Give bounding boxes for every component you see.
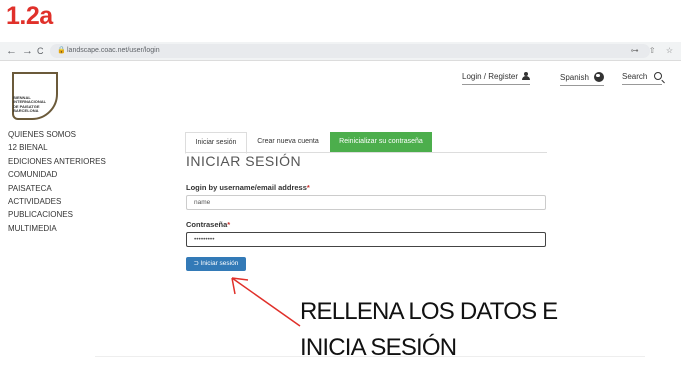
- sidebar-item-multimedia[interactable]: MULTIMEDIA: [8, 222, 106, 235]
- password-label-text: Contraseña: [186, 220, 228, 229]
- login-button-label: Iniciar sesión: [200, 260, 239, 267]
- link-underline: [462, 84, 531, 85]
- link-underline: [622, 84, 663, 85]
- tab-iniciar-sesion[interactable]: Iniciar sesión: [185, 132, 247, 154]
- sidebar-item-actividades[interactable]: ACTIVIDADES: [8, 195, 106, 208]
- site-logo[interactable]: BIENNAL INTERNACIONAL DE PAISATGE BARCEL…: [10, 72, 58, 122]
- search-label: Search: [622, 72, 648, 81]
- browser-toolbar: ← → C 🔒 landscape.coac.net/user/login ⊶ …: [0, 42, 681, 61]
- username-label-text: Login by username/email address: [186, 183, 307, 192]
- sidebar-menu: QUIENES SOMOS 12 BIENAL EDICIONES ANTERI…: [8, 128, 106, 235]
- annotation-line-1: RELLENA LOS DATOS E: [300, 298, 558, 325]
- sidebar-item-12-bienal[interactable]: 12 BIENAL: [8, 141, 106, 154]
- forward-icon[interactable]: →: [22, 44, 33, 58]
- language-selector[interactable]: Spanish: [560, 72, 604, 86]
- logo-line: BARCELONA: [13, 107, 39, 113]
- page-title: INICIAR SESIÓN: [186, 153, 302, 169]
- tab-crear-cuenta[interactable]: Crear nueva cuenta: [249, 132, 327, 152]
- user-icon: [522, 72, 531, 80]
- login-register-link[interactable]: Login / Register: [462, 72, 531, 85]
- login-register-label: Login / Register: [462, 72, 519, 81]
- annotation-line-2: INICIA SESIÓN: [300, 334, 457, 361]
- login-icon: ⮊: [193, 260, 199, 267]
- login-submit-button[interactable]: ⮊ Iniciar sesión: [186, 257, 246, 271]
- search-icon: [654, 72, 663, 80]
- annotation-arrow-icon: [231, 277, 301, 327]
- globe-icon: [593, 72, 604, 82]
- required-mark: *: [306, 183, 310, 192]
- sidebar-item-paisateca[interactable]: PAISATECA: [8, 182, 106, 195]
- tab-reinicializar-contrasena[interactable]: Reinicializar su contraseña: [330, 132, 432, 152]
- reload-icon[interactable]: C: [37, 44, 44, 58]
- step-label: 1.2a: [6, 2, 53, 30]
- logo-text: BIENNAL INTERNACIONAL DE PAISATGE BARCEL…: [13, 95, 53, 113]
- search-link[interactable]: Search: [622, 72, 663, 85]
- browser-action-icons[interactable]: ⊶ ⇧ ☆: [631, 44, 677, 58]
- password-field[interactable]: •••••••••: [186, 232, 546, 247]
- link-underline: [560, 85, 604, 86]
- sidebar-item-publicaciones[interactable]: PUBLICACIONES: [8, 208, 106, 221]
- required-mark: *: [227, 220, 231, 229]
- username-label: Login by username/email address*: [186, 183, 310, 192]
- language-label: Spanish: [560, 73, 589, 82]
- username-field[interactable]: name: [186, 195, 546, 210]
- sidebar-item-ediciones-anteriores[interactable]: EDICIONES ANTERIORES: [8, 155, 106, 168]
- url-text: landscape.coac.net/user/login: [67, 47, 160, 54]
- sidebar-item-quienes-somos[interactable]: QUIENES SOMOS: [8, 128, 106, 141]
- back-icon[interactable]: ←: [6, 44, 17, 58]
- lock-icon: 🔒: [57, 47, 66, 54]
- sidebar-item-comunidad[interactable]: COMUNIDAD: [8, 168, 106, 181]
- address-bar[interactable]: 🔒 landscape.coac.net/user/login: [50, 44, 650, 58]
- password-label: Contraseña*: [186, 220, 230, 229]
